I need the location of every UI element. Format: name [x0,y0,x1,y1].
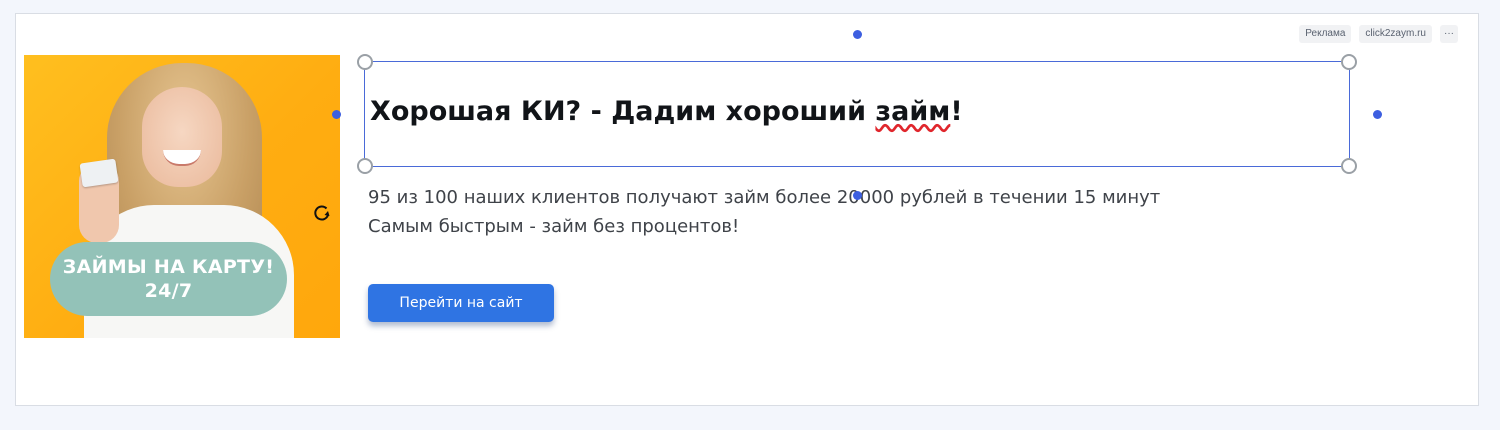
domain-label[interactable]: click2zaym.ru [1359,25,1432,43]
anchor-dot-icon[interactable] [853,191,862,200]
headline-text: Хорошая КИ? - Дадим хороший [370,96,876,127]
resize-handle-icon[interactable] [357,54,373,70]
ad-description: 95 из 100 наших клиентов получают займ б… [368,183,1328,241]
anchor-dot-icon[interactable] [332,110,341,119]
ad-headline[interactable]: Хорошая КИ? - Дадим хороший займ! [370,96,963,127]
go-to-site-button[interactable]: Перейти на сайт [368,284,554,322]
image-badge: ЗАЙМЫ НА КАРТУ! 24/7 [50,242,287,316]
resize-handle-icon[interactable] [1341,54,1357,70]
misspelled-word: займ [875,96,951,127]
woman-face [142,87,222,187]
image-badge-line1: ЗАЙМЫ НА КАРТУ! [62,256,275,278]
anchor-dot-icon[interactable] [853,30,862,39]
more-icon[interactable]: ··· [1440,25,1458,43]
headline-end: ! [950,96,963,127]
description-line-1: 95 из 100 наших клиентов получают займ б… [368,187,1161,208]
resize-handle-icon[interactable] [1341,158,1357,174]
ad-image[interactable]: ЗАЙМЫ НА КАРТУ! 24/7 [24,55,340,338]
resize-handle-icon[interactable] [357,158,373,174]
bank-card-image [79,158,119,188]
rotate-icon[interactable] [312,203,332,223]
ad-tags: Реклама click2zaym.ru ··· [1299,25,1458,43]
headline-selection-box[interactable]: Хорошая КИ? - Дадим хороший займ! [357,54,1357,174]
ad-label: Реклама [1299,25,1352,43]
description-line-2: Самым быстрым - займ без процентов! [368,216,740,237]
anchor-dot-icon[interactable] [1373,110,1382,119]
image-badge-line2: 24/7 [144,280,193,302]
